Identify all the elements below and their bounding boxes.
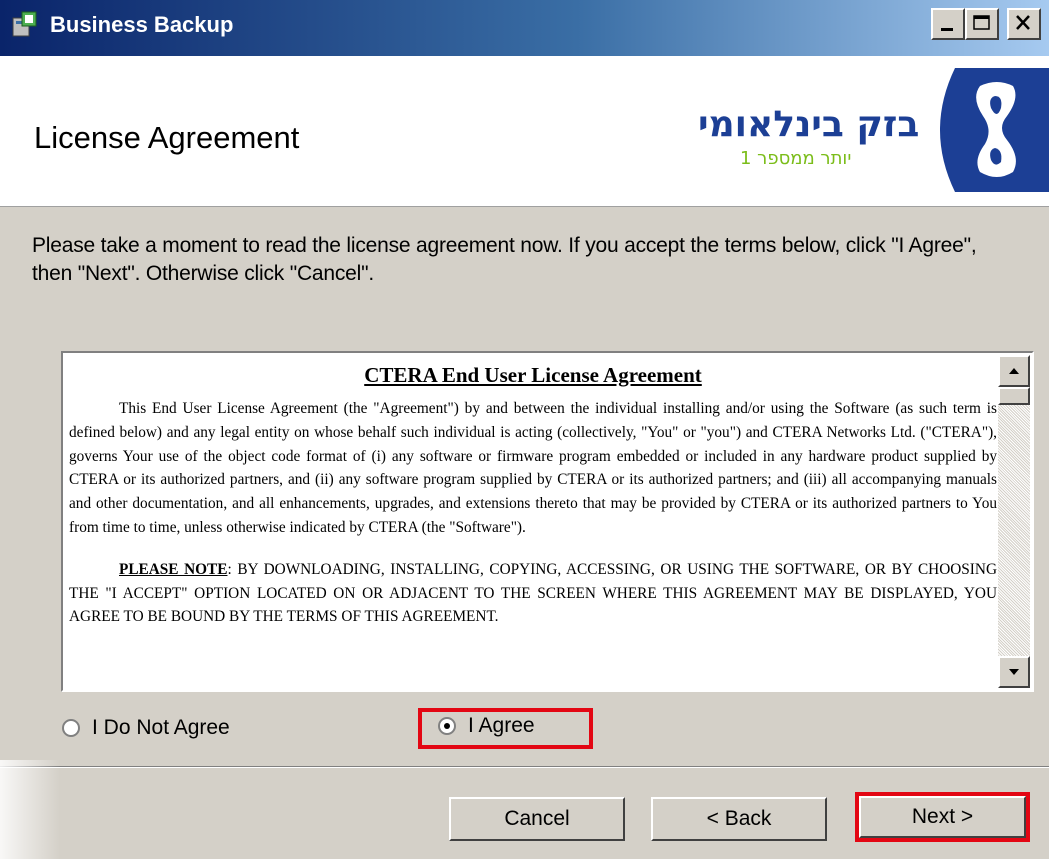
installer-window: Business Backup License Agreement בזק בי… [0, 0, 1049, 859]
logo-tagline: יותר ממספר 1 [740, 148, 852, 169]
radio-i-do-not-agree[interactable]: I Do Not Agree [62, 716, 230, 740]
back-button[interactable]: < Back [651, 797, 827, 841]
logo-wordmark: בזק בינלאומי [698, 104, 920, 145]
license-note-label: PLEASE NOTE [119, 560, 228, 578]
radio-button-unchecked[interactable] [62, 719, 80, 737]
license-content: CTERA End User License Agreement This En… [69, 363, 997, 647]
scroll-thumb[interactable] [998, 387, 1030, 405]
agree-highlight-box [418, 708, 593, 749]
scroll-down-button[interactable] [998, 656, 1030, 688]
arrow-down-icon [1009, 669, 1019, 675]
installer-app-icon [12, 11, 37, 37]
screenshot-edge-fade [0, 760, 60, 859]
vertical-scrollbar[interactable] [998, 355, 1030, 688]
radio-label-disagree: I Do Not Agree [92, 716, 230, 739]
license-title: CTERA End User License Agreement [364, 363, 702, 387]
window-title: Business Backup [50, 12, 234, 37]
close-icon [1016, 15, 1030, 30]
minimize-icon [941, 28, 953, 31]
maximize-button[interactable] [965, 8, 999, 40]
bezeq-logo-icon [940, 68, 1049, 192]
intro-text: Please take a moment to read the license… [32, 234, 977, 285]
license-text-area[interactable]: CTERA End User License Agreement This En… [61, 351, 1034, 692]
arrow-up-icon [1009, 368, 1019, 374]
maximize-icon [973, 15, 990, 30]
license-paragraph-1: This End User License Agreement (the "Ag… [69, 400, 997, 536]
minimize-button[interactable] [931, 8, 965, 40]
license-paragraph-2: PLEASE NOTE: BY DOWNLOADING, INSTALLING,… [69, 558, 997, 629]
cancel-button[interactable]: Cancel [449, 797, 625, 841]
page-title: License Agreement [34, 120, 300, 155]
wizard-header: License Agreement בזק בינלאומי יותר ממספ… [0, 56, 1049, 207]
close-button[interactable] [1007, 8, 1041, 40]
next-highlight-box [855, 792, 1030, 842]
scroll-up-button[interactable] [998, 355, 1030, 387]
title-bar[interactable]: Business Backup [0, 0, 1049, 56]
footer-divider [0, 766, 1049, 768]
